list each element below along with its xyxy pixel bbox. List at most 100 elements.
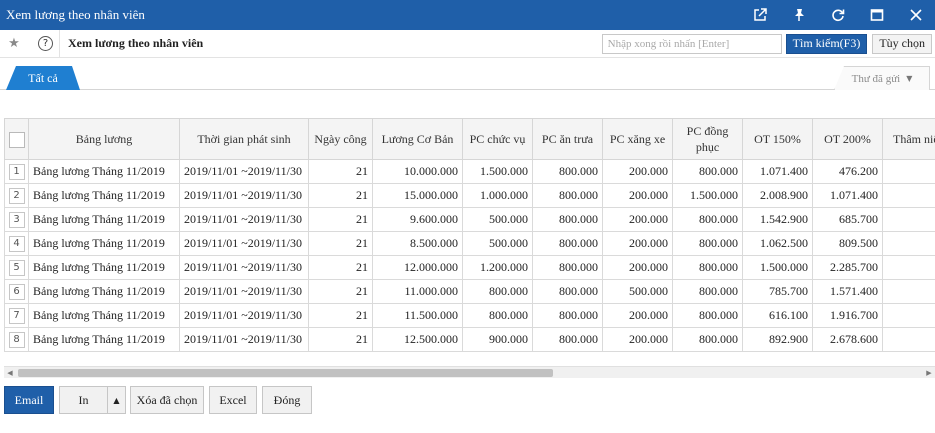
scrollbar-thumb[interactable] [18, 369, 553, 377]
table-row[interactable]: 8 Bảng lương Tháng 11/2019 2019/11/01 ~201… [4, 327, 935, 352]
table-cell: Bảng lương Tháng 11/2019 [28, 279, 180, 304]
row-number: 2 [4, 183, 29, 208]
row-number: 7 [4, 303, 29, 328]
table-cell: Bảng lương Tháng 11/2019 [28, 159, 180, 184]
table-cell: 2019/11/01 ~2019/11/30 [179, 303, 309, 328]
col-header[interactable]: Lương Cơ Bản [372, 118, 463, 160]
table-row[interactable]: 3 Bảng lương Tháng 11/2019 2019/11/01 ~201… [4, 207, 935, 232]
favorite-star-icon[interactable]: ★ [0, 36, 28, 51]
tabs-row: Tất cả Thư đã gửi ▼ [0, 62, 935, 90]
table-row[interactable]: 4 Bảng lương Tháng 11/2019 2019/11/01 ~201… [4, 231, 935, 256]
caret-up-icon: ▲ [113, 395, 120, 405]
table-cell: 200.000 [602, 255, 673, 280]
col-header[interactable]: Thời gian phát sinh [179, 118, 309, 160]
table-cell: 12.500.000 [372, 327, 463, 352]
table-cell: 800.000 [532, 207, 603, 232]
table-cell: 809.500 [812, 231, 883, 256]
table-cell: 1.571.400 [812, 279, 883, 304]
table-cell: Bảng lương Tháng 11/2019 [28, 327, 180, 352]
pin-icon[interactable] [779, 0, 818, 30]
tab-sent-mail[interactable]: Thư đã gửi ▼ [834, 66, 930, 90]
col-header[interactable]: Thâm niên [882, 118, 935, 160]
table-cell: 1.200.000 [882, 183, 935, 208]
col-header[interactable]: PC ăn trưa [532, 118, 603, 160]
table-cell: 800.000 [672, 279, 743, 304]
open-external-icon[interactable] [740, 0, 779, 30]
table-cell: 800.000 [672, 327, 743, 352]
col-header[interactable]: Bảng lương [28, 118, 180, 160]
table-cell: 1.200.000 [882, 207, 935, 232]
table-cell: 8.500.000 [372, 231, 463, 256]
table-cell: 200.000 [602, 183, 673, 208]
search-button[interactable]: Tìm kiếm(F3) [785, 33, 868, 54]
table-row[interactable]: 7 Bảng lương Tháng 11/2019 2019/11/01 ~201… [4, 303, 935, 328]
row-number-label[interactable]: 6 [8, 284, 25, 300]
table-cell: 800.000 [532, 279, 603, 304]
table-cell: 21 [308, 183, 373, 208]
table-cell: 11.500.000 [372, 303, 463, 328]
horizontal-scrollbar[interactable]: ◀ ▶ [4, 366, 935, 378]
scroll-left-icon[interactable]: ◀ [4, 367, 16, 379]
print-options-button[interactable]: ▲ [107, 386, 126, 414]
table-cell: 1.100.000 [882, 327, 935, 352]
table-row[interactable]: 6 Bảng lương Tháng 11/2019 2019/11/01 ~201… [4, 279, 935, 304]
refresh-icon[interactable] [818, 0, 857, 30]
row-number-label[interactable]: 5 [8, 260, 25, 276]
table-cell: 2019/11/01 ~2019/11/30 [179, 279, 309, 304]
row-number-label[interactable]: 1 [8, 164, 25, 180]
table-cell: 21 [308, 231, 373, 256]
close-button[interactable]: Đóng [262, 386, 312, 414]
table-cell: 200.000 [602, 303, 673, 328]
col-header[interactable]: PC chức vụ [462, 118, 533, 160]
delete-selected-button[interactable]: Xóa đã chọn [130, 386, 204, 414]
options-button[interactable]: Tùy chọn [872, 33, 932, 54]
table-cell: 2019/11/01 ~2019/11/30 [179, 255, 309, 280]
chevron-down-icon: ▼ [906, 74, 913, 83]
tab-all[interactable]: Tất cả [6, 66, 80, 90]
table-cell: 476.200 [812, 159, 883, 184]
table-cell: 900.000 [882, 279, 935, 304]
select-all-checkbox[interactable] [8, 131, 25, 148]
table-cell: 1.071.400 [742, 159, 813, 184]
table-cell: 1.200.000 [462, 255, 533, 280]
table-row[interactable]: 2 Bảng lương Tháng 11/2019 2019/11/01 ~201… [4, 183, 935, 208]
toolbar-divider [59, 29, 60, 58]
print-button[interactable]: In [59, 386, 108, 414]
select-all-header[interactable] [4, 118, 29, 160]
row-number-label[interactable]: 2 [8, 188, 25, 204]
row-number-label[interactable]: 7 [8, 308, 25, 324]
help-icon[interactable]: ? [38, 36, 53, 51]
table-cell: 892.900 [742, 327, 813, 352]
row-number-label[interactable]: 8 [8, 332, 25, 348]
table-row[interactable]: 1 Bảng lương Tháng 11/2019 2019/11/01 ~201… [4, 159, 935, 184]
table-cell: 2.678.600 [812, 327, 883, 352]
email-button[interactable]: Email [4, 386, 54, 414]
window-title: Xem lương theo nhân viên [6, 7, 145, 22]
table-cell: 2.285.700 [812, 255, 883, 280]
row-number: 5 [4, 255, 29, 280]
search-input[interactable] [601, 33, 782, 54]
row-number-label[interactable]: 4 [8, 236, 25, 252]
col-header[interactable]: Ngày công [308, 118, 373, 160]
table-cell: 1.500.000 [742, 255, 813, 280]
table-cell: 1.071.400 [812, 183, 883, 208]
table-cell: 800.000 [672, 159, 743, 184]
col-header[interactable]: OT 200% [812, 118, 883, 160]
col-header[interactable]: OT 150% [742, 118, 813, 160]
table-cell: 21 [308, 207, 373, 232]
table-cell: 10.000.000 [372, 159, 463, 184]
page-title: Xem lương theo nhân viên [68, 36, 204, 50]
table-cell: 1.000.000 [882, 303, 935, 328]
row-number-label[interactable]: 3 [8, 212, 25, 228]
col-header[interactable]: PC đồng phục [672, 118, 743, 160]
maximize-icon[interactable] [857, 0, 896, 30]
table-cell: 9.600.000 [372, 207, 463, 232]
excel-button[interactable]: Excel [209, 386, 257, 414]
table-cell: Bảng lương Tháng 11/2019 [28, 183, 180, 208]
table-cell: 1.500.000 [462, 159, 533, 184]
col-header[interactable]: PC xăng xe [602, 118, 673, 160]
close-icon[interactable] [896, 0, 935, 30]
table-row[interactable]: 5 Bảng lương Tháng 11/2019 2019/11/01 ~201… [4, 255, 935, 280]
table-cell: 11.000.000 [372, 279, 463, 304]
scroll-right-icon[interactable]: ▶ [923, 367, 935, 379]
